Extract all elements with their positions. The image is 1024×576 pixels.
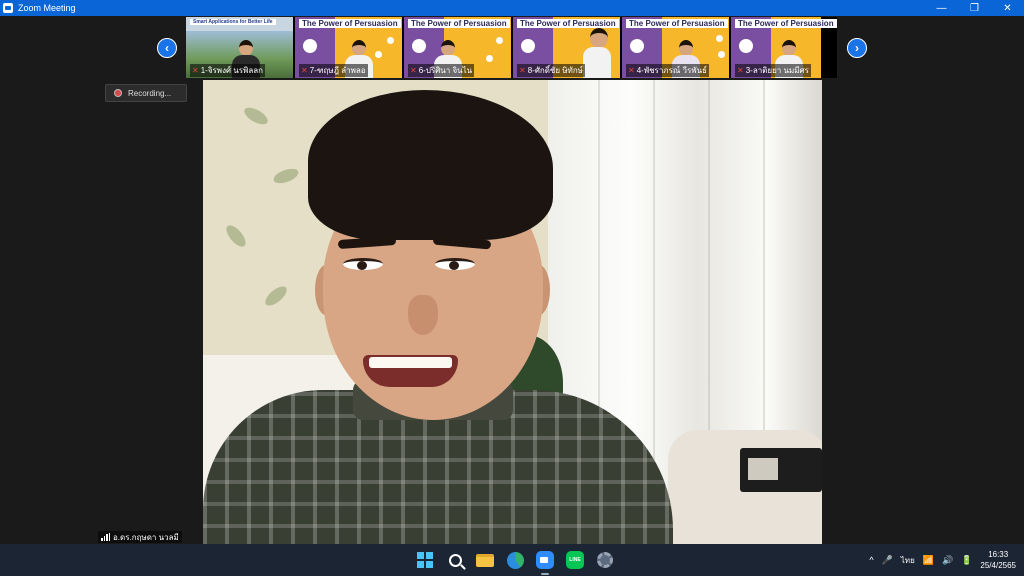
gallery-prev-button[interactable]: ‹ xyxy=(157,38,177,58)
participant-tile[interactable]: The Power of Persuasion ✕ 7-ฑฤษฎี ลำพลอ xyxy=(295,17,402,78)
speaker-name: อ.ดร.กฤษดา นวลมี xyxy=(113,532,179,542)
participant-name: 1-จิรพงศ์ นรพิลลก xyxy=(200,66,263,75)
speaker-eye xyxy=(435,258,475,270)
decor-dot xyxy=(716,35,723,42)
participant-tile[interactable]: Smart Applications for Better Life ✕ 1-จิ… xyxy=(186,17,293,78)
input-language[interactable]: ไทย xyxy=(901,554,915,567)
edge-button[interactable] xyxy=(503,548,527,572)
zoom-app-icon xyxy=(3,3,13,13)
search-icon xyxy=(448,553,462,567)
microphone-icon[interactable]: 🎤 xyxy=(882,555,893,566)
participant-name: 8-ศักดิ์ชัย ษิทักษ์ xyxy=(527,66,583,75)
decor-dot xyxy=(718,51,725,58)
speaker-mouth xyxy=(363,355,458,387)
taskbar: LINE ^ 🎤 ไทย 📶 🔊 🔋 16:33 25/4/2565 xyxy=(0,544,1024,576)
record-icon xyxy=(114,89,122,97)
device xyxy=(740,448,822,492)
mic-muted-icon: ✕ xyxy=(192,66,199,75)
meeting-area: ‹ Smart Applications for Better Life ✕ 1-… xyxy=(0,16,1024,544)
line-icon: LINE xyxy=(566,551,584,569)
clock-date: 25/4/2565 xyxy=(980,561,1016,570)
edge-icon xyxy=(506,551,524,569)
tile-heading: The Power of Persuasion xyxy=(517,19,619,28)
participant-tile[interactable]: The Power of Persuasion ✕ 6-ปริศินา จินไน xyxy=(404,17,511,78)
tile-heading: Smart Applications for Better Life xyxy=(190,19,276,25)
window-title: Zoom Meeting xyxy=(18,3,76,13)
participant-strip: Smart Applications for Better Life ✕ 1-จิ… xyxy=(186,17,837,78)
microphone-graphic-icon xyxy=(412,39,426,53)
participant-name: 6-ปริศินา จินไน xyxy=(418,66,473,75)
microphone-graphic-icon xyxy=(630,39,644,53)
participant-name: 4-พัชราภรณ์ วีรพันธ์ xyxy=(636,66,707,75)
tile-heading: The Power of Persuasion xyxy=(626,19,728,28)
decor-dot xyxy=(496,37,503,44)
close-button[interactable]: ✕ xyxy=(991,0,1024,16)
mic-muted-icon: ✕ xyxy=(301,66,308,75)
curtain-fold xyxy=(653,80,655,500)
microphone-graphic-icon xyxy=(521,39,535,53)
microphone-graphic-icon xyxy=(303,39,317,53)
participant-name: 3-ลาติยยา นมมีศร xyxy=(745,66,809,75)
decor-dot xyxy=(486,55,493,62)
participant-video xyxy=(583,28,611,78)
tile-name-label: ✕ 1-จิรพงศ์ นรพิลลก xyxy=(190,64,265,77)
line-taskbar-button[interactable]: LINE xyxy=(563,548,587,572)
gallery-next-button[interactable]: › xyxy=(847,38,867,58)
volume-icon[interactable]: 🔊 xyxy=(942,555,953,566)
title-bar: Zoom Meeting — ❐ ✕ xyxy=(0,0,1024,16)
clock-time: 16:33 xyxy=(988,550,1009,559)
participant-tile[interactable]: The Power of Persuasion ✕ 3-ลาติยยา นมมีศ… xyxy=(731,17,837,78)
speaker-name-tag: อ.ดร.กฤษดา นวลมี xyxy=(98,531,182,543)
active-speaker-video[interactable] xyxy=(203,80,822,544)
tile-name-label: ✕ 4-พัชราภรณ์ วีรพันธ์ xyxy=(626,64,709,77)
microphone-graphic-icon xyxy=(739,39,753,53)
battery-icon[interactable]: 🔋 xyxy=(961,555,972,566)
mic-muted-icon: ✕ xyxy=(737,66,744,75)
show-hidden-icons-button[interactable]: ^ xyxy=(869,555,873,565)
participant-name: 7-ฑฤษฎี ลำพลอ xyxy=(309,66,366,75)
decor-dot xyxy=(375,51,382,58)
tile-name-label: ✕ 6-ปริศินา จินไน xyxy=(408,64,475,77)
participant-tile[interactable]: The Power of Persuasion ✕ 8-ศักดิ์ชัย ษิท… xyxy=(513,17,620,78)
tile-name-label: ✕ 7-ฑฤษฎี ลำพลอ xyxy=(299,64,368,77)
system-tray: ^ 🎤 ไทย 📶 🔊 🔋 16:33 25/4/2565 xyxy=(869,544,1016,576)
clock[interactable]: 16:33 25/4/2565 xyxy=(980,549,1016,571)
start-button[interactable] xyxy=(413,548,437,572)
taskbar-apps: LINE xyxy=(413,548,617,575)
tile-name-label: ✕ 8-ศักดิ์ชัย ษิทักษ์ xyxy=(517,64,585,77)
tile-name-label: ✕ 3-ลาติยยา นมมีศร xyxy=(735,64,811,77)
speaker-eye xyxy=(343,258,383,270)
tile-heading: The Power of Persuasion xyxy=(735,19,837,28)
wifi-icon[interactable]: 📶 xyxy=(923,555,934,566)
active-app-indicator xyxy=(541,573,549,575)
tile-heading: The Power of Persuasion xyxy=(408,19,510,28)
zoom-taskbar-button[interactable] xyxy=(533,548,557,575)
taskbar-search-button[interactable] xyxy=(443,548,467,572)
mic-muted-icon: ✕ xyxy=(519,66,526,75)
settings-taskbar-button[interactable] xyxy=(593,548,617,572)
window-controls: — ❐ ✕ xyxy=(925,0,1024,16)
connection-signal-icon xyxy=(101,533,110,541)
participant-tile[interactable]: The Power of Persuasion ✕ 4-พัชราภรณ์ วีร… xyxy=(622,17,729,78)
restore-button[interactable]: ❐ xyxy=(958,0,991,16)
minimize-button[interactable]: — xyxy=(925,0,958,16)
file-explorer-button[interactable] xyxy=(473,548,497,572)
speaker-nose xyxy=(408,295,438,335)
tile-heading: The Power of Persuasion xyxy=(299,19,401,28)
recording-label: Recording... xyxy=(128,88,172,98)
folder-icon xyxy=(476,553,494,567)
windows-logo-icon xyxy=(417,552,433,568)
decor-dot xyxy=(387,37,394,44)
gear-icon xyxy=(597,552,613,568)
recording-indicator[interactable]: Recording... xyxy=(105,84,187,102)
mic-muted-icon: ✕ xyxy=(410,66,417,75)
zoom-icon xyxy=(536,551,554,569)
mic-muted-icon: ✕ xyxy=(628,66,635,75)
